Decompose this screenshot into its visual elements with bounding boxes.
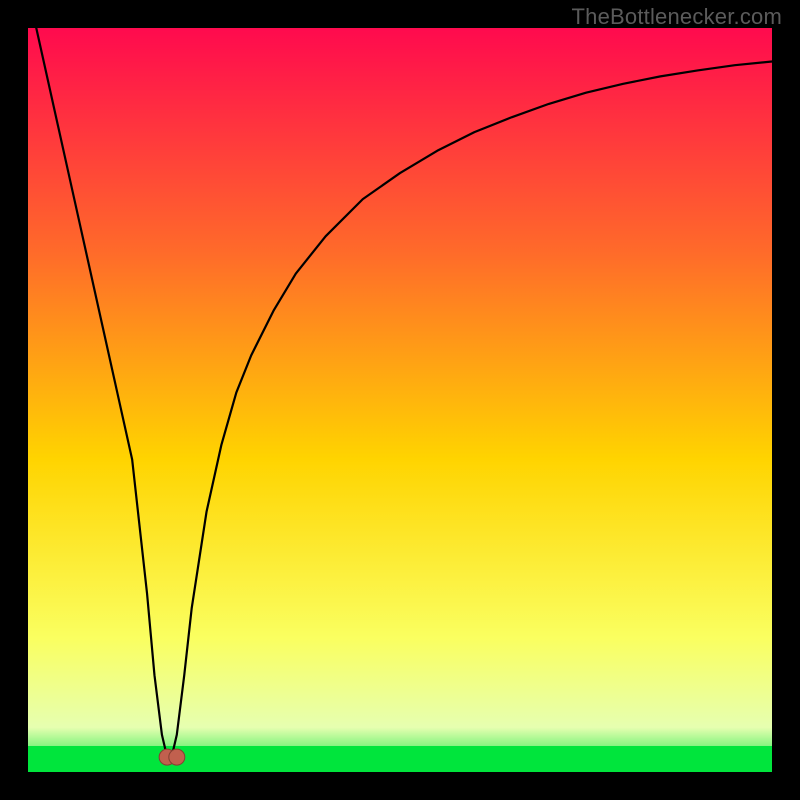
gradient-background: [28, 28, 772, 772]
bottleneck-chart: [28, 28, 772, 772]
green-baseline-band: [28, 746, 772, 772]
chart-frame: TheBottlenecker.com: [0, 0, 800, 800]
optimum-markers: [159, 749, 185, 765]
watermark-text: TheBottlenecker.com: [572, 4, 782, 30]
optimum-marker-1: [169, 749, 185, 765]
